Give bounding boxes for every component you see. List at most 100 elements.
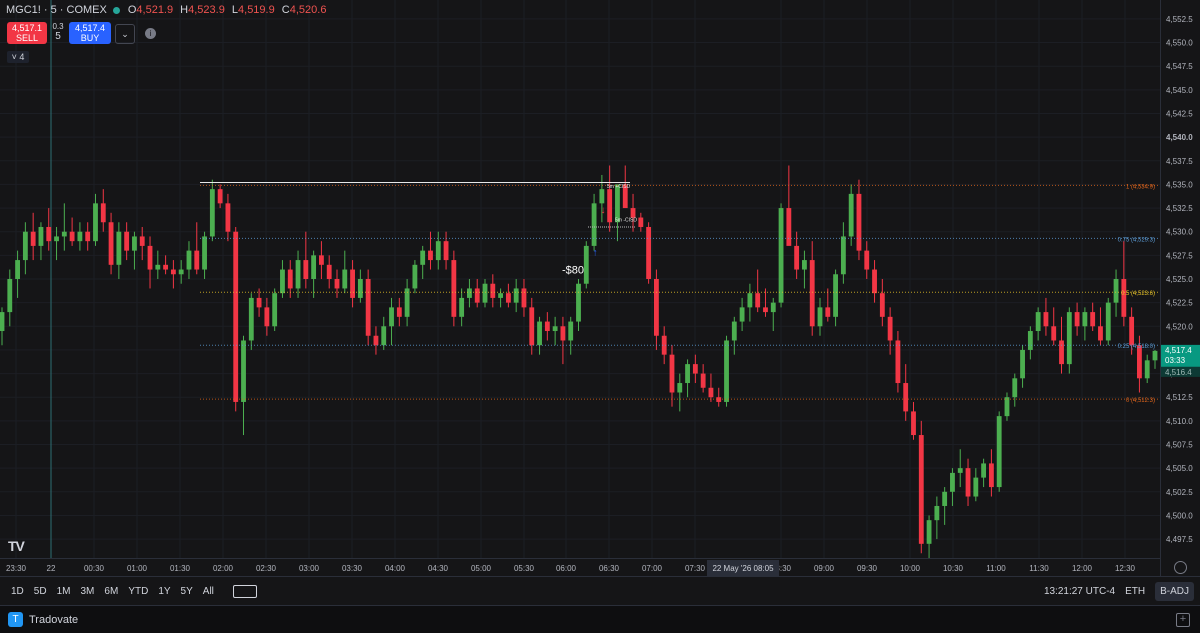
candle-body <box>1129 316 1135 346</box>
candle-body <box>22 231 28 261</box>
candle-body <box>178 269 184 275</box>
candle-body <box>1113 279 1119 303</box>
candlestick-chart[interactable]: 1 (4,534.9) 0.75 (4,529.3) 0.5 (4,523.6) 0.… <box>0 0 1160 558</box>
candle-body <box>529 307 535 346</box>
price-tick: 4,520.0 <box>1166 322 1193 331</box>
candle-body <box>311 255 317 279</box>
candle-body <box>942 491 948 506</box>
candle-body <box>124 231 130 251</box>
chevron-down-icon[interactable]: ⌄ <box>115 24 135 44</box>
candle-body <box>357 279 363 298</box>
range-3m[interactable]: 3M <box>76 586 100 597</box>
right-status: 13:21:27 UTC-4 ETH B-ADJ <box>1044 577 1194 606</box>
candle-body <box>700 373 706 388</box>
range-5y[interactable]: 5Y <box>176 586 198 597</box>
range-ytd[interactable]: YTD <box>123 586 153 597</box>
time-axis[interactable]: 23:30 22 00:30 01:00 01:30 02:00 02:30 03:00 03:… <box>0 558 1160 577</box>
candle-body <box>0 312 5 332</box>
tradovate-logo-icon: T <box>8 612 23 627</box>
range-6m[interactable]: 6M <box>99 586 123 597</box>
sell-price: 4,517.1 <box>11 23 43 33</box>
broker-panel[interactable]: T Tradovate <box>8 606 78 633</box>
time-tick: 09:30 <box>857 564 878 573</box>
candle-body <box>903 383 909 412</box>
candle-body <box>1098 326 1103 341</box>
candle-body <box>85 231 91 242</box>
price-tick: 4,550.0 <box>1166 39 1193 48</box>
price-tick: 4,535.0 <box>1166 180 1193 189</box>
collapse-count: 4 <box>19 52 25 62</box>
expand-panel-icon[interactable]: + <box>1176 613 1190 627</box>
candle-body <box>630 208 636 218</box>
range-1d[interactable]: 1D <box>6 586 29 597</box>
candle-body <box>755 293 761 308</box>
candle-body <box>973 477 979 497</box>
chevron-icon: ˅ <box>11 52 17 62</box>
time-tick: 01:30 <box>170 564 191 573</box>
indicators-collapse-button[interactable]: ˅ 4 <box>7 51 29 63</box>
candle-body <box>256 297 262 308</box>
fib-level-label: 0.25 (4,518.0) <box>1118 344 1155 350</box>
candle-body <box>521 288 527 308</box>
candle-body <box>15 260 20 279</box>
buy-button[interactable]: 4,517.4 BUY <box>69 22 111 44</box>
time-tick: 04:30 <box>428 564 449 573</box>
candle-body <box>498 293 504 298</box>
buy-label: BUY <box>80 33 100 43</box>
candle-body <box>646 226 652 279</box>
chart-area[interactable]: 1 (4,534.9) 0.75 (4,529.3) 0.5 (4,523.6) 0.… <box>0 0 1160 558</box>
candle-body <box>248 297 254 341</box>
info-icon[interactable]: i <box>145 28 156 39</box>
spread-qty[interactable]: 0.3 5 <box>51 22 65 42</box>
cisd-down-label: 5m -CISD <box>615 217 637 223</box>
tradingview-logo-icon[interactable]: TV <box>8 538 25 554</box>
crosshair-time-label: 22 May '26 08:05 <box>712 564 774 573</box>
candle-body <box>505 293 511 303</box>
range-1y[interactable]: 1Y <box>153 586 175 597</box>
trade-panel: 4,517.1 SELL 0.3 5 4,517.4 BUY ⌄ i <box>7 22 156 44</box>
candle-body <box>420 250 426 265</box>
price-tick: 4,522.5 <box>1166 299 1193 308</box>
candle-body <box>583 245 589 284</box>
candle-body <box>513 288 519 303</box>
price-tick: 4,532.5 <box>1166 204 1193 213</box>
candle-body <box>724 340 729 402</box>
candle-body <box>1035 312 1041 332</box>
candle-body <box>856 193 862 251</box>
candle-body <box>965 468 971 497</box>
price-tick: 4,527.5 <box>1166 251 1193 260</box>
time-tick: 02:00 <box>213 564 234 573</box>
time-tick: 12:30 <box>1115 564 1136 573</box>
sell-button[interactable]: 4,517.1 SELL <box>7 22 47 44</box>
candle-body <box>825 307 831 317</box>
candle-body <box>848 193 854 237</box>
candle-body <box>1004 397 1010 417</box>
candle-body <box>435 241 441 261</box>
candle-body <box>817 307 823 327</box>
session-toggle[interactable]: ETH <box>1125 586 1145 597</box>
candle-body <box>778 208 784 303</box>
candle-body <box>591 203 597 246</box>
candle-body <box>233 231 239 402</box>
candle-body <box>576 283 581 322</box>
settings-icon[interactable] <box>1174 561 1187 574</box>
symbol-label[interactable]: MGC1! · 5 · COMEX <box>6 4 107 16</box>
candle-body <box>1027 331 1033 350</box>
price-tick: 4,540.0 <box>1166 133 1193 142</box>
candle-body <box>490 283 496 298</box>
back-adjust-toggle[interactable]: B-ADJ <box>1155 582 1194 601</box>
price-axis[interactable]: 4,552.5 4,550.0 4,547.5 4,545.0 4,542.5 4,540… <box>1160 0 1200 576</box>
range-5d[interactable]: 5D <box>29 586 52 597</box>
price-tick: 4,510.0 <box>1166 417 1193 426</box>
clock-readout[interactable]: 13:21:27 UTC-4 <box>1044 586 1115 597</box>
candle-body <box>280 269 285 294</box>
candle-body <box>77 231 83 242</box>
calendar-icon[interactable] <box>232 585 257 598</box>
range-all[interactable]: All <box>198 586 219 597</box>
range-1m[interactable]: 1M <box>52 586 76 597</box>
candle-body <box>1082 312 1088 327</box>
low-value: 4,519.9 <box>238 4 275 16</box>
time-tick: 05:30 <box>514 564 535 573</box>
candle-body <box>30 231 36 246</box>
time-tick: 11:30 <box>1029 564 1049 573</box>
